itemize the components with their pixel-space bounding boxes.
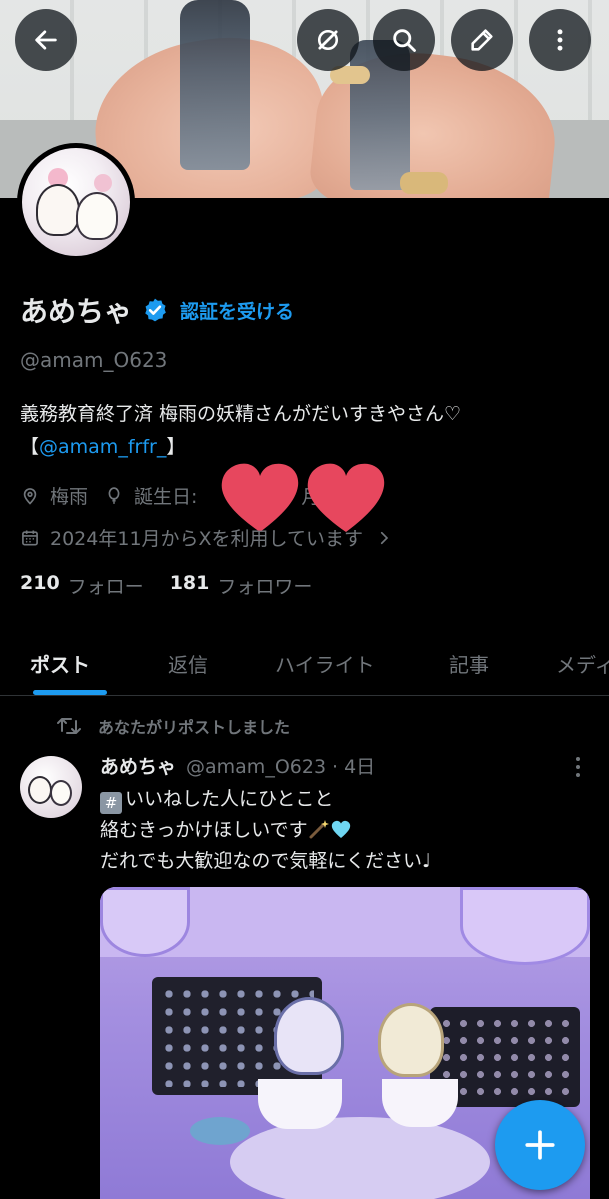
hashtag-keycap-icon: # <box>100 792 122 814</box>
arrow-left-icon <box>35 30 57 50</box>
more-options-button[interactable] <box>529 9 591 71</box>
heart-sticker-icon <box>221 463 385 532</box>
followers-label: フォロワー <box>217 576 313 598</box>
post-author-name[interactable]: あめちゃ <box>100 752 176 779</box>
following-label: フォロー <box>67 576 144 598</box>
bio-mention-link[interactable]: @amam_frfr_ <box>39 436 166 458</box>
verified-badge-icon[interactable] <box>142 297 168 323</box>
active-tab-indicator <box>33 690 107 695</box>
post-header: あめちゃ @amam_O623 · 4日 <box>100 752 375 779</box>
profile-page: あめちゃ 認証を受ける @amam_O623 義務教育終了済 梅雨の妖精さんがだ… <box>0 0 609 1199</box>
post-time[interactable]: 4日 <box>344 752 375 779</box>
search-icon <box>393 29 416 52</box>
pencil-icon <box>471 29 493 51</box>
location-pin-icon <box>23 487 37 505</box>
tab-replies[interactable]: 返信 <box>168 630 208 696</box>
compose-post-button[interactable] <box>495 1100 585 1190</box>
post-line-3: だれでも大歓迎なので気軽にください♩ <box>100 850 432 872</box>
post-separator: · <box>332 756 339 778</box>
profile-name-row: あめちゃ 認証を受ける <box>20 290 294 330</box>
light-blue-heart-emoji-icon <box>331 820 350 838</box>
grok-icon <box>317 29 339 51</box>
display-name: あめちゃ <box>20 295 133 328</box>
following-count: 210 <box>20 572 60 594</box>
post-line-2: 絡むきっかけほしいです <box>100 815 590 846</box>
post-more-icon[interactable] <box>566 754 590 780</box>
followers-count: 181 <box>169 572 210 594</box>
location-text: 梅雨 <box>50 486 89 508</box>
tab-highlights[interactable]: ハイライト <box>275 630 375 696</box>
get-verified-link[interactable]: 認証を受ける <box>180 297 294 324</box>
balloon-icon <box>108 486 120 504</box>
post-author-avatar[interactable] <box>20 756 82 818</box>
bio-line-1: 義務教育終了済 梅雨の妖精さんがだいすきやさん♡ <box>20 403 462 425</box>
following-link[interactable]: 210 フォロー <box>20 572 170 599</box>
followers-link[interactable]: 181 フォロワー <box>170 572 339 599</box>
tab-posts[interactable]: ポスト <box>30 630 90 696</box>
location-item: 梅雨 <box>20 482 88 509</box>
profile-bio: 義務教育終了済 梅雨の妖精さんがだいすきやさん♡ 【@amam_frfr_】 <box>20 398 590 464</box>
grok-button[interactable] <box>297 9 359 71</box>
repost-icon <box>57 718 81 734</box>
tab-articles[interactable]: 記事 <box>449 630 489 696</box>
post-text: # いいねした人にひとこと 絡むきっかけほしいです だれでも大歓迎なので気軽にくだ… <box>100 784 590 877</box>
search-button[interactable] <box>373 9 435 71</box>
magic-wand-emoji-icon <box>309 820 329 839</box>
follow-stats: 210 フォロー 181 フォロワー <box>20 572 338 599</box>
profile-tabs: ポスト 返信 ハイライト 記事 メディ <box>0 630 609 696</box>
birthday-label: 誕生日: <box>134 486 198 508</box>
joined-text: 2024年11月からXを利用しています <box>50 528 363 550</box>
repost-note: あなたがリポストしました <box>98 718 291 737</box>
back-button[interactable] <box>15 9 77 71</box>
more-vertical-icon <box>557 29 563 51</box>
post-line-1: # いいねした人にひとこと <box>100 784 590 815</box>
chevron-right-icon <box>380 531 389 544</box>
edit-button[interactable] <box>451 9 513 71</box>
plus-icon <box>525 1130 555 1160</box>
profile-avatar[interactable] <box>17 143 135 261</box>
joined-row[interactable]: 2024年11月からXを利用しています <box>20 524 403 551</box>
tab-media[interactable]: メディ <box>556 630 609 696</box>
profile-handle: @amam_O623 <box>20 348 168 372</box>
repost-indicator: あなたがリポストしました <box>56 714 290 738</box>
calendar-icon <box>22 530 38 545</box>
post-author-handle[interactable]: @amam_O623 <box>186 756 326 778</box>
